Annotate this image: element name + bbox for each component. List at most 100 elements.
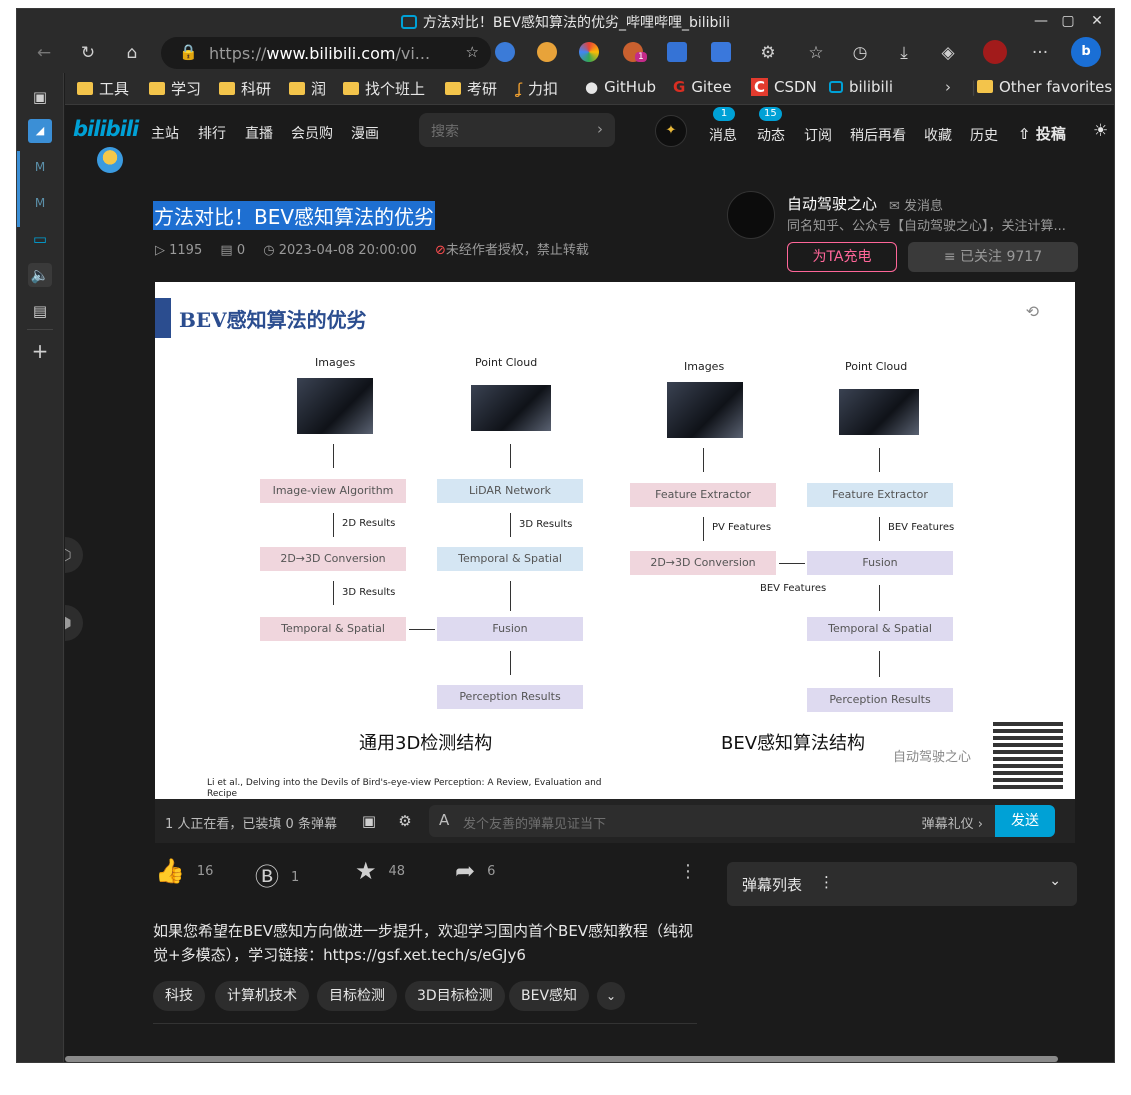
search-input[interactable]: 搜索 [431, 121, 459, 141]
danmaku-settings-icon[interactable]: ⚙ [393, 809, 417, 833]
tab-icon[interactable]: ▤ [28, 299, 52, 323]
nav-live[interactable]: 直播 [245, 123, 273, 143]
bookmark-folder[interactable]: 找个班上 [343, 78, 425, 100]
mascot-icon[interactable] [97, 147, 123, 173]
share-button[interactable]: ➦ 6 [455, 857, 495, 889]
bilibili-tab-icon[interactable]: ▭ [28, 227, 52, 251]
close-button[interactable]: ✕ [1083, 10, 1111, 32]
extension-icon[interactable]: 1 [623, 42, 647, 62]
bing-icon[interactable]: b [1071, 37, 1101, 67]
favorites-icon[interactable]: ☆ [803, 40, 829, 66]
add-favorite-icon[interactable]: ☆ [466, 43, 479, 61]
back-icon[interactable]: ← [31, 40, 57, 66]
charge-button[interactable]: 为TA充电 [787, 242, 897, 272]
horizontal-scrollbar[interactable] [65, 1056, 1058, 1062]
bookmark-folder[interactable]: 润 [289, 78, 326, 100]
danmaku-info: 1 人正在看，已装填 0 条弹幕 [165, 817, 337, 832]
slide-point-cloud-image [471, 385, 551, 431]
chevron-down-icon[interactable]: ⌄ [1049, 873, 1061, 889]
bookmark-folder[interactable]: 学习 [149, 78, 201, 100]
tag[interactable]: 科技 [153, 981, 205, 1011]
chrome-extension-icon[interactable] [579, 42, 599, 62]
new-tab-icon[interactable]: + [28, 339, 52, 363]
bookmark-folder[interactable]: 科研 [219, 78, 271, 100]
nav-dynamics[interactable]: 动态 [757, 125, 785, 145]
bookmark-csdn[interactable]: C CSDN [751, 78, 817, 100]
send-danmaku-button[interactable]: 发送 [995, 805, 1055, 837]
user-avatar[interactable]: ✦ [655, 115, 687, 147]
uploader-name[interactable]: 自动驾驶之心 [787, 193, 877, 214]
translate-icon[interactable] [711, 42, 731, 62]
bookmark-other-favorites[interactable]: Other favorites [977, 78, 1112, 100]
refresh-icon[interactable]: ↻ [75, 40, 101, 66]
bookmark-gitee[interactable]: G Gitee [673, 78, 731, 100]
tab-actions-icon[interactable]: ▣ [28, 85, 52, 109]
bookmark-folder[interactable]: 工具 [77, 78, 129, 100]
tag[interactable]: 3D目标检测 [405, 981, 505, 1011]
url-text[interactable]: https://www.bilibili.com/vi... [209, 44, 434, 63]
history-icon[interactable]: ◷ [847, 40, 873, 66]
bookmark-folder[interactable]: 考研 [445, 78, 497, 100]
speaker-tab-icon[interactable]: 🔈 [28, 263, 52, 287]
minimize-button[interactable]: — [1027, 10, 1055, 32]
nav-ranking[interactable]: 排行 [198, 123, 226, 143]
extension-icon[interactable] [537, 42, 557, 62]
tab-icon[interactable]: M [28, 155, 52, 179]
bookmark-leetcode[interactable]: ʆ 力扣 [517, 78, 558, 100]
more-options-icon[interactable]: ⋮ [679, 861, 697, 882]
favorite-button[interactable]: ★ 48 [355, 857, 405, 889]
tab-icon[interactable]: ◢ [28, 119, 52, 143]
text-style-icon[interactable]: A [439, 811, 449, 829]
nav-history[interactable]: 历史 [970, 125, 998, 145]
upload-button[interactable]: ⇧ 投稿 [1018, 123, 1066, 144]
performance-icon[interactable]: ◈ [935, 40, 961, 66]
tab-icon[interactable]: M [28, 191, 52, 215]
more-menu-icon[interactable]: ··· [1027, 40, 1053, 66]
video-player[interactable]: BEV感知算法的优劣 ⟲ Images Point Cloud Image-vi… [155, 282, 1075, 799]
bookmark-github[interactable]: ● GitHub [585, 78, 656, 100]
bookmarks-overflow-chevron-icon[interactable]: › [945, 78, 951, 100]
tag[interactable]: 计算机技术 [215, 981, 309, 1011]
nav-subscriptions[interactable]: 订阅 [804, 125, 832, 145]
danmaku-etiquette-link[interactable]: 弹幕礼仪 › [922, 813, 983, 832]
mail-icon: ✉ [889, 199, 900, 214]
settings-hex-icon[interactable]: ⬢ [65, 605, 83, 641]
danmaku-input[interactable]: A 发个友善的弹幕见证当下 弹幕礼仪 › [429, 805, 995, 837]
uploader-avatar[interactable] [727, 191, 775, 239]
danmaku-list-menu-icon[interactable]: ⋮ [819, 873, 834, 891]
maximize-button[interactable]: ▢ [1054, 10, 1082, 32]
tag[interactable]: BEV感知 [509, 981, 590, 1011]
corner-icon[interactable]: ⟲ [1026, 302, 1039, 321]
follow-button[interactable]: ≡ 已关注 9717 [908, 242, 1078, 272]
nav-messages[interactable]: 消息 [709, 125, 737, 145]
clock-icon: ◷ [263, 243, 275, 258]
danmaku-toggle-icon[interactable]: ▣ [357, 809, 381, 833]
bookmark-bilibili[interactable]: bilibili [829, 78, 893, 100]
cube-icon[interactable]: ⬡ [65, 537, 83, 573]
address-bar[interactable]: 🔒 https://www.bilibili.com/vi... ☆ [161, 37, 491, 69]
bilibili-logo[interactable]: bilibili [73, 117, 139, 141]
download-icon[interactable]: ⤓ [891, 40, 917, 66]
coin-button[interactable]: Ⓑ 1 [255, 857, 299, 891]
nav-watch-later[interactable]: 稍后再看 [850, 125, 906, 145]
extensions-icon[interactable]: ⚙ [755, 40, 781, 66]
lock-icon[interactable]: 🔒 [179, 43, 198, 61]
nav-favorites[interactable]: 收藏 [924, 125, 952, 145]
tag[interactable]: 目标检测 [317, 981, 397, 1011]
nav-manga[interactable]: 漫画 [351, 123, 379, 143]
extension-icon[interactable] [667, 42, 687, 62]
danmaku-list-panel[interactable]: 弹幕列表 ⋮ ⌄ [727, 862, 1077, 906]
slide-arrow [510, 513, 511, 537]
nav-shop[interactable]: 会员购 [291, 123, 333, 143]
tags-expand-chevron-icon[interactable]: ⌄ [597, 982, 625, 1010]
send-message-link[interactable]: ✉ 发消息 [889, 195, 943, 214]
danmaku-placeholder[interactable]: 发个友善的弹幕见证当下 [463, 813, 606, 832]
search-box[interactable]: 搜索 › [419, 113, 615, 147]
profile-avatar[interactable] [983, 40, 1007, 64]
theme-sun-icon[interactable]: ☀ [1093, 121, 1108, 141]
extension-icon[interactable] [495, 42, 515, 62]
search-arrow-icon[interactable]: › [597, 120, 603, 138]
nav-main-site[interactable]: 主站 [151, 123, 179, 143]
like-button[interactable]: 👍 16 [155, 857, 213, 889]
home-icon[interactable]: ⌂ [119, 40, 145, 66]
